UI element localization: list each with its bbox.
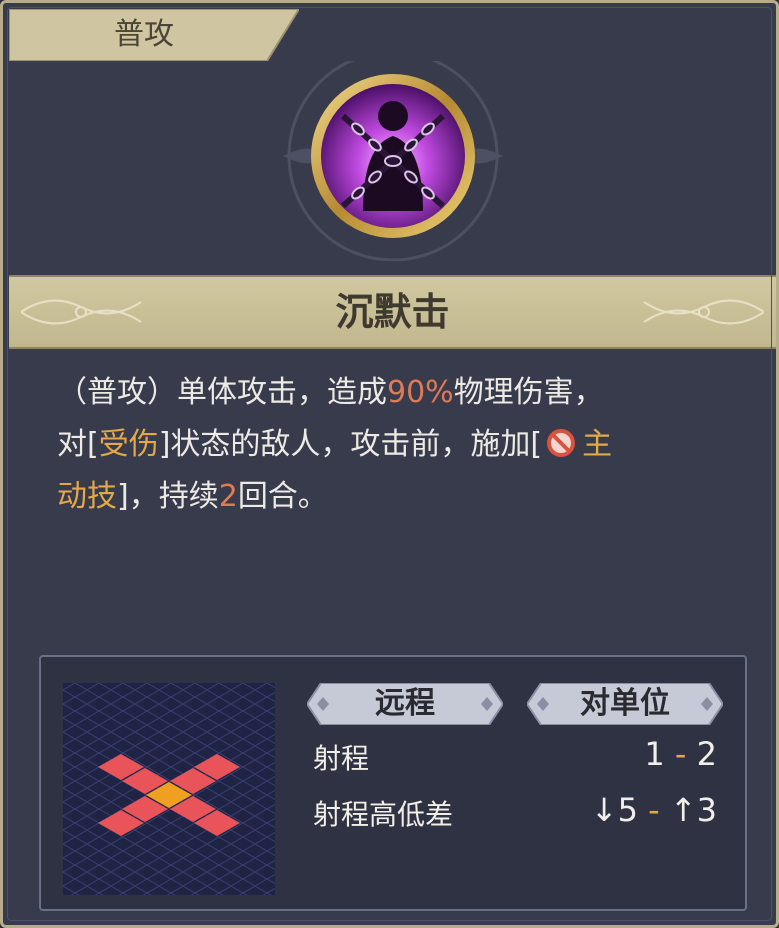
range-preview [63,683,275,895]
skill-name: 沉默击 [335,289,450,334]
desc-text: ]状态的敌人，攻击前，施加[ [158,427,543,462]
desc-text: 物理伤害， [453,375,604,410]
skill-icon [283,50,503,262]
range-separator: - [648,791,660,829]
attack-type-badge: 远程 [307,683,503,725]
skill-description: （普攻）单体攻击，造成90%物理伤害， 对[受伤]状态的敌人，攻击前，施加[主 … [57,367,737,523]
arrow-down-icon: ↓ [590,791,618,829]
desc-text: ]，持续 [117,479,219,514]
range-max: 2 [696,735,717,773]
range-diamond-grid [63,683,275,895]
status-keyword[interactable]: 受伤 [99,427,159,462]
desc-text: 回合。 [237,479,328,514]
target-type-label: 对单位 [580,686,670,721]
range-label: 射程 [313,742,370,775]
desc-text: 对[ [57,427,99,462]
tab-label: 普攻 [114,17,174,52]
debuff-keyword[interactable]: 主 [582,427,612,462]
height-up: 3 [696,791,717,829]
skill-name-banner: 沉默击 [9,275,776,349]
desc-text: （普攻）单体攻击，造成 [57,375,387,410]
forbidden-icon [547,429,576,457]
range-value: 1 - 2 [644,735,717,773]
arrow-up-icon: ↑ [669,791,697,829]
target-type-badge: 对单位 [527,683,723,725]
damage-percent: 90% [387,375,454,410]
attack-type-label: 远程 [375,686,435,721]
height-diff-label: 射程高低差 [313,798,454,831]
range-info-box: 远程 对单位 射程 1 - 2 射程高低差 ↓5 - ↑3 [39,655,747,911]
height-diff-value: ↓5 - ↑3 [591,791,717,829]
chained-silhouette-icon [283,50,503,262]
debuff-keyword-cont[interactable]: 动技 [57,479,117,514]
range-separator: - [674,735,687,773]
range-min: 1 [644,735,665,773]
height-down: 5 [617,791,638,829]
tab-basic-attack[interactable]: 普攻 [9,9,299,61]
skill-detail-panel: 普攻 沉默击 （普攻）单体攻击，造成90%物理伤害， 对[受伤]状态的敌人，攻击… [0,0,779,928]
duration-value: 2 [218,479,238,514]
